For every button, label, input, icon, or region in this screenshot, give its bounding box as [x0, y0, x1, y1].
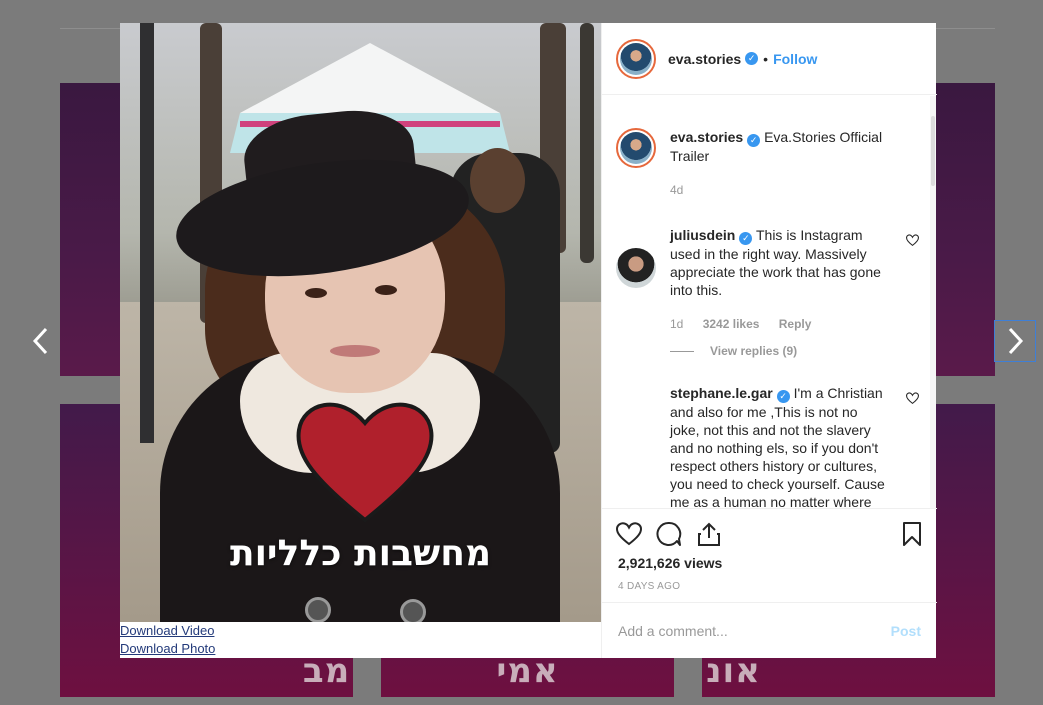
post-header: eva.stories ✓ • Follow — [602, 23, 937, 95]
comment-username[interactable]: juliusdein — [670, 227, 735, 243]
previous-post-button[interactable] — [20, 320, 62, 362]
video-eye — [375, 285, 397, 295]
caption-time: 4d — [670, 183, 684, 197]
video-coat-button — [400, 599, 426, 622]
comment-likes[interactable]: 3242 likes — [703, 317, 760, 331]
download-photo-link[interactable]: Download Photo — [120, 640, 215, 658]
commenter-avatar[interactable] — [616, 248, 656, 288]
video-lips — [330, 345, 380, 357]
post-comment-button[interactable]: Post — [891, 623, 921, 639]
video-caption: מחשבות כלליות — [229, 533, 492, 574]
verified-badge-icon: ✓ — [739, 232, 753, 245]
chevron-left-icon — [32, 327, 48, 355]
follow-button[interactable]: Follow — [773, 51, 817, 67]
view-replies-button[interactable]: View replies (9) — [670, 344, 797, 358]
bookmark-icon[interactable] — [899, 521, 925, 547]
comment-icon[interactable] — [656, 521, 682, 547]
next-post-button[interactable] — [994, 320, 1036, 362]
video-tree — [580, 23, 594, 263]
verified-badge-icon: ✓ — [747, 134, 761, 147]
post-side-panel: eva.stories ✓ • Follow eva.stories ✓ Eva.… — [601, 23, 937, 658]
author-avatar[interactable] — [616, 38, 656, 79]
video-person-head — [470, 148, 525, 213]
view-replies-line — [670, 350, 694, 352]
post-date: 4 DAYS AGO — [618, 581, 681, 592]
comment-text: I'm a Christian and also for me ,This is… — [670, 385, 885, 508]
comment-like-icon[interactable] — [906, 392, 919, 405]
post-media: מחשבות כלליות Download Video Download Ph… — [120, 23, 601, 658]
chevron-right-icon — [1008, 327, 1024, 355]
comment-item: stephane.le.gar ✓ I'm a Christian and als… — [616, 384, 916, 508]
post-caption: eva.stories ✓ Eva.Stories Official Traile… — [616, 128, 916, 199]
heart-sticker — [296, 402, 434, 523]
share-icon[interactable] — [696, 521, 722, 547]
comments-scrollbar-thumb[interactable] — [931, 116, 935, 186]
heart-icon[interactable] — [616, 521, 642, 547]
video-coat-button — [305, 597, 331, 622]
comment-form: Post — [602, 602, 937, 658]
author-username[interactable]: eva.stories — [668, 51, 741, 67]
reply-button[interactable]: Reply — [779, 317, 812, 331]
video-eye — [305, 288, 327, 298]
author-avatar[interactable] — [616, 128, 656, 168]
post-modal: מחשבות כלליות Download Video Download Ph… — [120, 23, 937, 658]
verified-badge-icon: ✓ — [776, 390, 790, 403]
comments-list[interactable]: eva.stories ✓ Eva.Stories Official Traile… — [602, 96, 937, 508]
comment-time: 1d — [670, 317, 684, 331]
comment-username[interactable]: stephane.le.gar — [670, 385, 773, 401]
view-replies-label: View replies (9) — [710, 344, 798, 358]
comment-item: juliusdein ✓ This is Instagram used in th… — [616, 226, 916, 333]
separator-dot: • — [763, 50, 769, 67]
video-lamp-pole — [140, 23, 154, 443]
comment-like-icon[interactable] — [906, 234, 919, 247]
action-icons — [616, 521, 921, 549]
comment-input[interactable] — [618, 622, 891, 639]
views-count[interactable]: 2,921,626 views — [618, 555, 722, 571]
verified-badge-icon: ✓ — [745, 52, 759, 65]
post-actions: 2,921,626 views 4 DAYS AGO — [602, 508, 937, 592]
download-video-link[interactable]: Download Video — [120, 622, 214, 640]
caption-username[interactable]: eva.stories — [670, 129, 743, 145]
video-player[interactable]: מחשבות כלליות — [120, 23, 601, 622]
